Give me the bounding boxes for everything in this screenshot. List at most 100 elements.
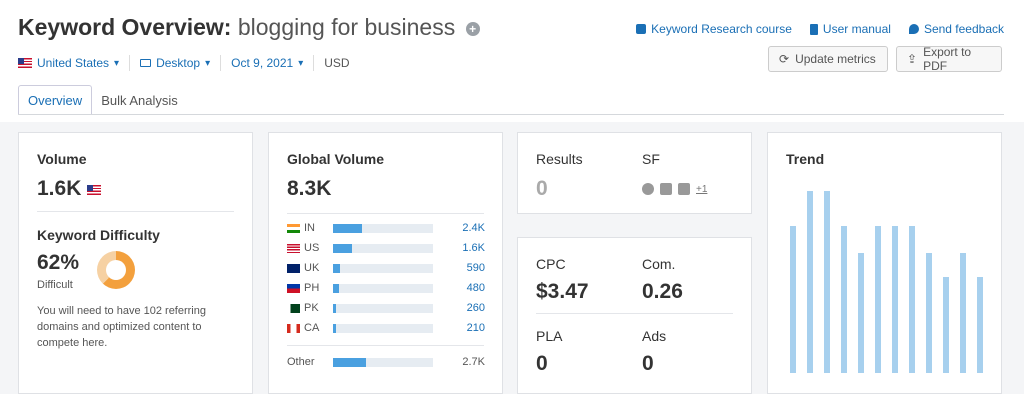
global-volume-label: Global Volume <box>287 151 384 167</box>
trend-bar <box>892 225 898 373</box>
graduation-icon <box>636 24 647 34</box>
device-select[interactable]: Desktop ▾ <box>140 56 220 70</box>
keyword-text: blogging for business <box>237 14 456 40</box>
course-link[interactable]: Keyword Research course <box>636 22 792 36</box>
trend-label: Trend <box>786 151 825 167</box>
course-link-label: Keyword Research course <box>651 22 792 36</box>
share-bar-fill <box>333 243 352 253</box>
volume-label: Volume <box>37 151 87 167</box>
volume-card: Volume 1.6K Keyword Difficulty 62% Diffi… <box>18 132 253 394</box>
chat-icon <box>908 24 919 34</box>
country-select[interactable]: United States ▾ <box>18 56 129 70</box>
results-value: 0 <box>536 177 548 200</box>
share-bar-fill <box>333 283 339 293</box>
image-icon <box>660 183 672 195</box>
country-volume: 590 <box>466 262 485 274</box>
flag-icon <box>287 303 300 313</box>
share-bar-fill <box>333 263 340 273</box>
country-volume: 260 <box>466 302 485 314</box>
country-code: US <box>304 242 320 254</box>
divider <box>129 55 131 71</box>
trend-bar <box>790 225 796 373</box>
ads-value: 0 <box>642 352 654 375</box>
us-flag-icon <box>18 58 32 68</box>
divider <box>287 345 484 346</box>
flag-icon <box>287 263 300 273</box>
cpc-card: CPC $3.47 Com. 0.26 PLA 0 Ads 0 <box>517 237 752 394</box>
share-bar <box>333 283 433 293</box>
trend-bar <box>807 191 813 373</box>
ads-label: Ads <box>642 328 667 344</box>
device-label: Desktop <box>156 56 201 70</box>
export-label: Export to PDF <box>923 45 972 73</box>
monitor-icon <box>140 59 152 67</box>
kd-note: You will need to have 102 referring doma… <box>37 305 206 349</box>
pla-value: 0 <box>536 352 548 375</box>
trend-bar <box>943 276 949 373</box>
country-volume: 480 <box>466 282 485 294</box>
flag-icon <box>287 223 300 233</box>
trend-bar <box>926 252 932 373</box>
volume-value: 1.6K <box>37 177 102 201</box>
share-bar <box>333 243 433 253</box>
date-label: Oct 9, 2021 <box>231 56 294 70</box>
flag-icon <box>287 283 300 293</box>
share-bar <box>333 263 433 273</box>
question-icon <box>678 183 690 195</box>
country-row-other: Other 2.7K <box>287 355 487 369</box>
divider <box>313 55 315 71</box>
share-bar-fill <box>333 357 366 367</box>
manual-link-label: User manual <box>822 22 891 36</box>
cpc-label: CPC <box>536 256 566 272</box>
country-row: US 1.6K <box>287 241 487 255</box>
flag-icon <box>287 323 300 333</box>
country-row: PH 480 <box>287 281 487 295</box>
trend-bar <box>909 225 915 373</box>
page-title: Keyword Overview: blogging for business … <box>18 14 480 41</box>
country-volume: 1.6K <box>462 242 485 254</box>
kd-value: 62% <box>37 251 80 274</box>
share-bar-fill <box>333 323 336 333</box>
country-row: CA 210 <box>287 321 487 335</box>
share-bar <box>333 323 433 333</box>
cpc-value: $3.47 <box>536 280 589 303</box>
sf-label: SF <box>642 151 660 167</box>
date-select[interactable]: Oct 9, 2021 ▾ <box>231 56 313 70</box>
country-code: UK <box>304 262 320 274</box>
country-row: PK 260 <box>287 301 487 315</box>
trend-bar <box>824 191 830 373</box>
chevron-down-icon: ▾ <box>114 57 120 69</box>
kd-donut-chart <box>97 251 135 289</box>
export-pdf-button[interactable]: ⇪ Export to PDF <box>896 45 1002 73</box>
country-label: United States <box>37 56 110 70</box>
chevron-down-icon: ▾ <box>205 57 211 69</box>
add-icon[interactable]: + <box>465 21 480 36</box>
chevron-down-icon: ▾ <box>298 57 304 69</box>
sf-more-link[interactable]: +1 <box>696 184 707 195</box>
country-volume: 210 <box>466 322 485 334</box>
update-metrics-button[interactable]: ⟳ Update metrics <box>768 46 888 72</box>
title-prefix: Keyword Overview: <box>18 14 232 40</box>
volume-number: 1.6K <box>37 177 82 200</box>
com-label: Com. <box>642 256 676 272</box>
country-code: CA <box>304 322 320 334</box>
pla-label: PLA <box>536 328 563 344</box>
manual-link[interactable]: User manual <box>809 22 891 36</box>
country-code: PH <box>304 282 320 294</box>
tab-bulk-analysis[interactable]: Bulk Analysis <box>92 85 187 115</box>
global-volume-card: Global Volume 8.3K IN 2.4K US 1.6K UK 590 PH 48… <box>268 132 503 394</box>
currency-label: USD <box>324 56 350 70</box>
results-label: Results <box>536 151 583 167</box>
share-bar-fill <box>333 223 362 233</box>
share-bar <box>333 357 433 367</box>
country-code: IN <box>304 222 315 234</box>
share-bar <box>333 303 433 313</box>
feedback-link[interactable]: Send feedback <box>908 22 1004 36</box>
tab-overview[interactable]: Overview <box>18 85 93 115</box>
other-label: Other <box>287 356 315 368</box>
export-icon: ⇪ <box>907 52 918 66</box>
star-icon <box>642 183 654 195</box>
divider <box>220 55 222 71</box>
trend-bar <box>977 276 983 373</box>
trend-card: Trend <box>767 132 1002 394</box>
